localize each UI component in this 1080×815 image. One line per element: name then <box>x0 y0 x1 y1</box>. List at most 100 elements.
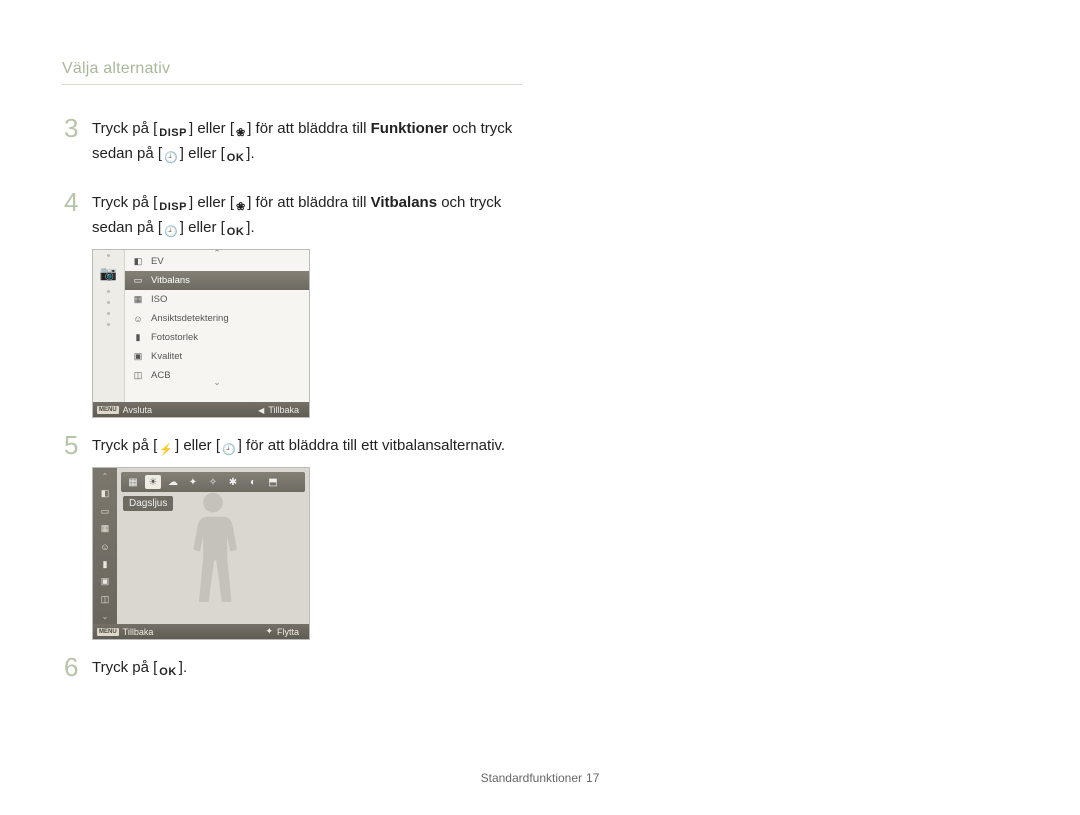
step-number: 4 <box>64 189 92 216</box>
menu-item-label: ISO <box>151 294 167 305</box>
step-text: Tryck på [OK]. <box>92 654 187 681</box>
disp-icon: DISP <box>157 199 189 216</box>
menu-icon: MENU <box>97 628 119 636</box>
footer-section: Standardfunktioner <box>481 771 582 785</box>
txt: ] eller [ <box>175 437 220 454</box>
menu-item-label: Ansiktsdetektering <box>151 313 229 324</box>
txt: ] eller [ <box>180 219 225 236</box>
wb-option-icon: ◐ <box>245 475 261 489</box>
wb-option-icon: ✱ <box>225 475 241 489</box>
step-number: 3 <box>64 115 92 142</box>
menu-item-icon: ◧ <box>131 256 145 268</box>
footer-right-label: Flytta <box>277 627 299 637</box>
lcd-preview: ▦ ☀ ☁ ✦ ✧ ✱ ◐ ⬒ Dagsljus <box>117 468 309 624</box>
txt: Tryck på [ <box>92 194 157 211</box>
chevron-up-icon: ⌃ <box>102 472 109 481</box>
wb-option-icon: ✦ <box>185 475 201 489</box>
timer-icon: 🕘 <box>162 224 180 241</box>
menu-item-icon: ▭ <box>131 275 145 287</box>
page-title: Välja alternativ <box>62 60 1018 78</box>
ok-icon: OK <box>225 150 247 167</box>
menu-item-label: ACB <box>151 370 171 381</box>
footer-right-label: Tillbaka <box>268 405 299 415</box>
step-text: Tryck på [DISP] eller [❀] för att bläddr… <box>92 115 542 167</box>
step-text: Tryck på [⚡] eller [🕘] för att bläddra t… <box>92 432 505 459</box>
camera-icon: 📷 <box>100 265 117 282</box>
dot-icon <box>107 290 110 293</box>
txt: ] eller [ <box>189 120 234 137</box>
title-rule <box>62 84 522 85</box>
dot-icon <box>107 323 110 326</box>
ok-icon: OK <box>225 224 247 241</box>
chevron-down-icon: ⌄ <box>102 612 109 621</box>
menu-item-label: Kvalitet <box>151 351 182 362</box>
menu-item-icon: ◫ <box>131 370 145 382</box>
chevron-up-icon: ⌃ <box>213 248 221 259</box>
txt: ]. <box>246 145 254 162</box>
page-footer: Standardfunktioner 17 <box>0 771 1080 785</box>
side-icon: ▭ <box>97 505 113 517</box>
bold: Vitbalans <box>371 194 437 211</box>
step-3: 3 Tryck på [DISP] eller [❀] för att bläd… <box>64 115 1018 167</box>
side-icon: ◧ <box>97 487 113 499</box>
step-number: 6 <box>64 654 92 681</box>
footer-left-label: Avsluta <box>123 405 152 415</box>
bold: Funktioner <box>371 120 449 137</box>
wb-option-icon: ⬒ <box>265 475 281 489</box>
side-icon: ▮ <box>97 558 113 570</box>
lcd-side-column: ⌃ ◧▭▦☺▮▣◫⌄ <box>93 468 117 624</box>
macro-icon: ❀ <box>234 199 247 216</box>
footer-left-label: Tillbaka <box>123 627 154 637</box>
menu-item-icon: ☺ <box>131 313 145 325</box>
back-arrow-icon <box>258 405 264 415</box>
step-5: 5 Tryck på [⚡] eller [🕘] för att bläddra… <box>64 432 1018 459</box>
menu-item: ▦ ISO <box>125 290 309 309</box>
page-number: 17 <box>586 771 599 785</box>
disp-icon: DISP <box>157 125 189 142</box>
side-icon: ◫ <box>97 594 113 606</box>
menu-item: ▭ Vitbalans <box>125 271 309 290</box>
step-6: 6 Tryck på [OK]. <box>64 654 1018 681</box>
menu-item-label: Vitbalans <box>151 275 190 286</box>
macro-icon: ❀ <box>234 125 247 142</box>
step-number: 5 <box>64 432 92 459</box>
txt: ]. <box>246 219 254 236</box>
menu-icon: MENU <box>97 406 119 414</box>
lcd-footer: MENU Avsluta Tillbaka <box>93 402 309 417</box>
lcd-menu-screenshot: 📷 ⌃ ◧ EV ▭ Vitbalans ▦ ISO ☺ Ansiktsdetektering… <box>92 249 310 418</box>
wb-option-icon: ☀ <box>145 475 161 489</box>
side-icon: ☺ <box>97 541 113 553</box>
wb-selected-label: Dagsljus <box>123 496 173 511</box>
txt: ] för att bläddra till <box>247 120 370 137</box>
txt: ] för att bläddra till <box>247 194 370 211</box>
txt: ]. <box>179 659 187 676</box>
txt: ] eller [ <box>189 194 234 211</box>
timer-icon: 🕘 <box>162 150 180 167</box>
timer-icon: 🕘 <box>220 442 238 459</box>
lcd-footer: MENU Tillbaka Flytta <box>93 624 309 639</box>
step-text: Tryck på [DISP] eller [❀] för att bläddr… <box>92 189 542 241</box>
txt: ] eller [ <box>180 145 225 162</box>
menu-item-label: Fotostorlek <box>151 332 198 343</box>
flash-icon: ⚡ <box>157 442 175 459</box>
wb-option-icon: ▦ <box>125 475 141 489</box>
dot-icon <box>107 301 110 304</box>
menu-item-icon: ▣ <box>131 351 145 363</box>
side-icon: ▦ <box>97 523 113 535</box>
txt: Tryck på [ <box>92 120 157 137</box>
lcd-whitebalance-screenshot: ⌃ ◧▭▦☺▮▣◫⌄ ▦☀☁✦✧✱◐⬒ Dagsljus MENU Tillba… <box>92 467 310 640</box>
wb-option-strip: ▦ ☀ ☁ ✦ ✧ ✱ ◐ ⬒ <box>121 472 305 492</box>
wb-option-icon: ☁ <box>165 475 181 489</box>
menu-item: ▮Fotostorlek <box>125 328 309 347</box>
menu-item-label: EV <box>151 256 164 267</box>
txt: ] för att bläddra till ett vitbalansalte… <box>238 437 505 454</box>
wb-option-icon: ✧ <box>205 475 221 489</box>
dot-icon <box>107 254 110 257</box>
txt: Tryck på [ <box>92 437 157 454</box>
step-4: 4 Tryck på [DISP] eller [❀] för att bläd… <box>64 189 1018 241</box>
silhouette-icon <box>178 489 248 609</box>
menu-item: ☺ Ansiktsdetektering <box>125 309 309 328</box>
ok-icon: OK <box>157 664 179 681</box>
menu-item-icon: ▦ <box>131 294 145 306</box>
chevron-down-icon: ⌄ <box>213 377 221 388</box>
